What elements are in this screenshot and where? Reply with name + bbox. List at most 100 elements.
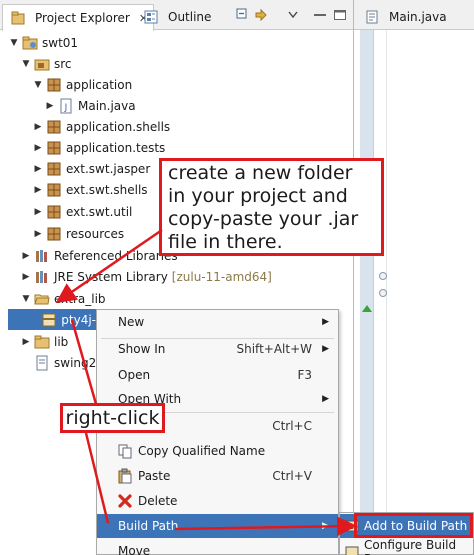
tree-item-folder[interactable]: ▶ lib: [20, 331, 69, 352]
menu-item-configure-build-path[interactable]: Configure Build Pa: [340, 538, 473, 555]
tree-item-label: application.shells: [66, 119, 171, 134]
expanded-chevron-icon[interactable]: ▼: [20, 294, 32, 304]
tree-item-referenced-libraries[interactable]: ▶ Referenced Libraries: [20, 245, 178, 266]
tree-item-package[interactable]: ▶ ext.swt.shells: [32, 179, 148, 200]
menu-item-open[interactable]: Open F3: [97, 363, 338, 387]
submenu-arrow-icon: ▶: [322, 394, 329, 404]
tree-item-jre[interactable]: ▶ JRE System Library [zulu-11-amd64]: [20, 266, 272, 287]
collapsed-chevron-icon[interactable]: ▶: [20, 272, 32, 282]
expanded-chevron-icon[interactable]: ▼: [20, 59, 32, 69]
folder-icon: [34, 334, 50, 350]
breakpoint-marker-icon: [362, 305, 372, 312]
expanded-chevron-icon[interactable]: ▼: [8, 38, 20, 48]
tree-item-file[interactable]: swing2s: [20, 352, 103, 373]
java-file-icon: J: [58, 98, 74, 114]
tree-item-label: pty4j-: [61, 312, 96, 327]
menu-item-delete[interactable]: Delete: [97, 489, 338, 513]
tree-item-label: ext.swt.jasper: [66, 161, 151, 176]
tree-item-label: ext.swt.shells: [66, 182, 148, 197]
package-icon: [46, 182, 62, 198]
source-folder-icon: [34, 56, 50, 72]
java-file-icon: [364, 9, 380, 25]
library-icon: [34, 269, 50, 285]
tree-item-label: Main.java: [78, 98, 136, 113]
tree-item-src[interactable]: ▼ src: [20, 53, 72, 74]
project-explorer-icon: [10, 10, 26, 26]
tree-item-label: src: [54, 56, 72, 71]
editor-ruler: [360, 30, 374, 555]
tree-item-file[interactable]: ▶ J Main.java: [44, 95, 136, 116]
tree-item-label: ext.swt.util: [66, 204, 133, 219]
menu-item-new[interactable]: New ▶: [97, 310, 338, 334]
tree-item-jar-selected[interactable]: pty4j-: [8, 309, 96, 330]
tree-item-package[interactable]: ▶ application.tests: [32, 137, 166, 158]
tree-item-label: extra_lib: [54, 291, 106, 306]
tree-item-label: resources: [66, 226, 125, 241]
menu-item-build-path[interactable]: Build Path ▶: [97, 514, 338, 538]
outline-icon: [143, 9, 159, 25]
link-with-editor-icon[interactable]: [252, 7, 270, 23]
package-icon: [46, 140, 62, 156]
jre-version-label: [zulu-11-amd64]: [171, 269, 272, 284]
file-icon: [34, 355, 50, 371]
delete-icon: [117, 493, 133, 509]
tree-item-package[interactable]: ▶ ext.swt.util: [32, 201, 133, 222]
tab-outline-label: Outline: [168, 10, 212, 24]
callout-text: create a new folder in your project and …: [168, 162, 359, 253]
svg-text:J: J: [64, 103, 68, 113]
package-icon: [46, 161, 62, 177]
maximize-icon[interactable]: [331, 7, 349, 23]
tab-project-explorer[interactable]: Project Explorer ✕: [2, 4, 155, 31]
expanded-chevron-icon[interactable]: ▼: [32, 80, 44, 90]
tree-item-label: application: [66, 77, 133, 92]
fold-marker-icon[interactable]: [379, 272, 387, 280]
submenu-arrow-icon: ▶: [322, 521, 329, 531]
add-to-build-path-highlight: [354, 513, 473, 538]
submenu-arrow-icon: ▶: [322, 344, 329, 354]
library-icon: [34, 248, 50, 264]
menu-item-show-in[interactable]: Show In Shift+Alt+W ▶: [97, 337, 338, 361]
collapsed-chevron-icon[interactable]: ▶: [32, 122, 44, 132]
fold-marker-icon[interactable]: [379, 289, 387, 297]
menu-item-move[interactable]: Move: [97, 539, 338, 555]
project-icon: [22, 35, 38, 51]
tab-project-explorer-label: Project Explorer: [35, 11, 130, 25]
submenu-arrow-icon: ▶: [322, 317, 329, 327]
collapsed-chevron-icon[interactable]: ▶: [44, 101, 56, 111]
package-icon: [46, 204, 62, 220]
tab-main-java[interactable]: Main.java: [357, 4, 452, 30]
paste-icon: [117, 468, 133, 484]
copy-icon: [117, 443, 133, 459]
tree-item-project[interactable]: ▼ swt01: [8, 32, 79, 53]
right-click-label: right-click: [60, 403, 165, 433]
tree-item-label: lib: [54, 334, 69, 349]
tree-item-folder[interactable]: ▼ extra_lib: [20, 288, 106, 309]
menu-item-paste[interactable]: Paste Ctrl+V: [97, 464, 338, 488]
tree-item-label: swt01: [42, 35, 79, 50]
collapsed-chevron-icon[interactable]: ▶: [32, 164, 44, 174]
tree-item-package[interactable]: ▼ application: [32, 74, 133, 95]
collapsed-chevron-icon[interactable]: ▶: [32, 207, 44, 217]
jar-file-icon: [41, 312, 57, 328]
collapsed-chevron-icon[interactable]: ▶: [20, 337, 32, 347]
collapsed-chevron-icon[interactable]: ▶: [32, 185, 44, 195]
package-icon: [46, 226, 62, 242]
tree-item-label: application.tests: [66, 140, 166, 155]
collapse-all-icon[interactable]: [234, 7, 252, 23]
open-folder-icon: [34, 291, 50, 307]
tree-item-package[interactable]: ▶ application.shells: [32, 116, 171, 137]
tree-item-label: JRE System Library: [54, 269, 168, 284]
collapsed-chevron-icon[interactable]: ▶: [32, 143, 44, 153]
package-icon: [46, 77, 62, 93]
configure-icon: [344, 544, 360, 555]
collapsed-chevron-icon[interactable]: ▶: [32, 229, 44, 239]
view-menu-chevron-icon[interactable]: [284, 7, 302, 23]
minimize-icon[interactable]: [311, 7, 329, 23]
tab-main-java-label: Main.java: [389, 10, 447, 24]
tab-outline[interactable]: Outline: [136, 4, 216, 30]
menu-item-copy-qualified-name[interactable]: Copy Qualified Name: [97, 439, 338, 463]
tree-item-package[interactable]: ▶ resources: [32, 223, 125, 244]
collapsed-chevron-icon[interactable]: ▶: [20, 251, 32, 261]
package-icon: [46, 119, 62, 135]
tree-item-package[interactable]: ▶ ext.swt.jasper: [32, 158, 151, 179]
